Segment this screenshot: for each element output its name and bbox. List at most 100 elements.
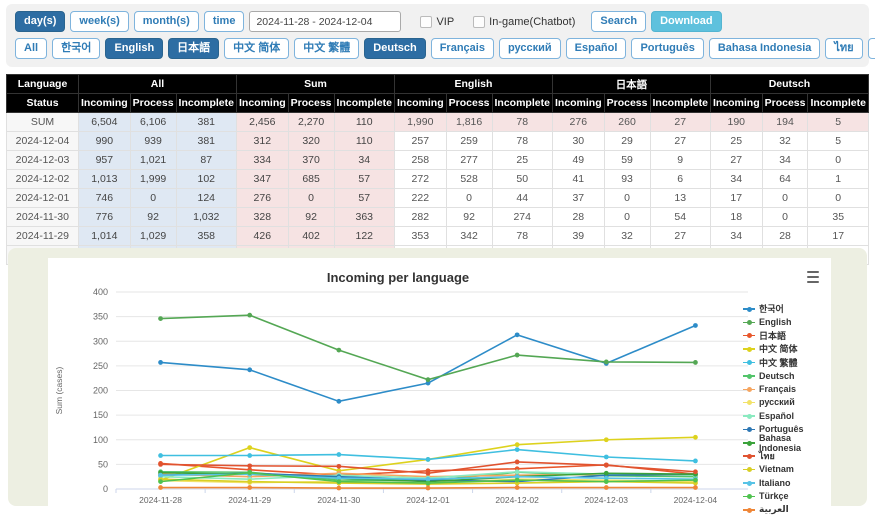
legend-item[interactable]: Español bbox=[743, 409, 829, 422]
legend-label: ไทย bbox=[759, 449, 775, 463]
download-button[interactable]: Download bbox=[651, 11, 722, 32]
stats-table: LanguageAllSumEnglish日本語DeutschStatusInc… bbox=[6, 74, 869, 265]
vip-checkbox[interactable] bbox=[420, 16, 432, 28]
table-row: 2024-12-04990939381312320110257259783029… bbox=[7, 132, 869, 151]
legend-item[interactable]: Vietnam bbox=[743, 463, 829, 476]
table-cell: 334 bbox=[236, 151, 288, 170]
period-button-weeks[interactable]: week(s) bbox=[70, 11, 128, 32]
legend-item[interactable]: Türkçe bbox=[743, 489, 829, 502]
table-group-header: Deutsch bbox=[710, 75, 868, 94]
language-filter-button[interactable]: 日本語 bbox=[168, 38, 219, 59]
table-cell: 35 bbox=[808, 208, 868, 227]
language-filter-button[interactable]: 中文 繁體 bbox=[294, 38, 359, 59]
table-cell: 5 bbox=[808, 113, 868, 132]
data-point bbox=[604, 437, 609, 442]
language-filter-button[interactable]: Português bbox=[631, 38, 703, 59]
legend-item[interactable]: 中文 繁體 bbox=[743, 356, 829, 369]
language-filter-button[interactable]: Deutsch bbox=[364, 38, 425, 59]
language-filter-button[interactable]: русский bbox=[499, 38, 561, 59]
table-cell: 27 bbox=[650, 132, 710, 151]
language-filter-button[interactable]: 中文 简体 bbox=[224, 38, 289, 59]
table-cell: 370 bbox=[288, 151, 334, 170]
table-cell: 25 bbox=[492, 151, 552, 170]
legend-item[interactable]: Français bbox=[743, 382, 829, 395]
table-group-header: 日本語 bbox=[552, 75, 710, 94]
y-tick-label: 100 bbox=[93, 435, 108, 445]
legend-item[interactable]: 日本語 bbox=[743, 329, 829, 342]
data-point bbox=[247, 463, 252, 468]
table-cell: 27 bbox=[710, 151, 762, 170]
data-point bbox=[693, 478, 698, 483]
table-cell: 78 bbox=[492, 132, 552, 151]
table-cell: 402 bbox=[288, 227, 334, 246]
legend-item[interactable]: English bbox=[743, 315, 829, 328]
data-point bbox=[247, 485, 252, 490]
legend-marker-icon bbox=[743, 372, 755, 379]
x-tick-label: 2024-12-01 bbox=[406, 495, 450, 505]
table-cell: 30 bbox=[552, 132, 604, 151]
table-group-header: All bbox=[79, 75, 237, 94]
search-button[interactable]: Search bbox=[591, 11, 646, 32]
period-button-days[interactable]: day(s) bbox=[15, 11, 65, 32]
language-filter-button[interactable]: ไทย bbox=[825, 38, 862, 59]
series-line bbox=[161, 325, 696, 401]
table-cell: 312 bbox=[236, 132, 288, 151]
legend-item[interactable]: Italiano bbox=[743, 476, 829, 489]
ingame-checkbox[interactable] bbox=[473, 16, 485, 28]
table-cell: 87 bbox=[176, 151, 236, 170]
table-cell: 0 bbox=[446, 189, 492, 208]
language-filter-button[interactable]: Français bbox=[431, 38, 494, 59]
table-cell: 44 bbox=[492, 189, 552, 208]
table-cell: 1,013 bbox=[79, 170, 131, 189]
data-point bbox=[604, 455, 609, 460]
legend-item[interactable]: Bahasa Indonesia bbox=[743, 436, 829, 449]
legend-item[interactable]: 한국어 bbox=[743, 302, 829, 315]
y-tick-label: 250 bbox=[93, 361, 108, 371]
table-cell: 124 bbox=[176, 189, 236, 208]
language-filter-button[interactable]: 한국어 bbox=[52, 38, 100, 59]
legend-label: 中文 简体 bbox=[759, 342, 798, 355]
period-row: day(s)week(s)month(s)time VIP In-game(Ch… bbox=[15, 11, 860, 32]
table-cell: 92 bbox=[288, 208, 334, 227]
language-filter-button[interactable]: Vietnam bbox=[868, 38, 875, 59]
legend-label: Vietnam bbox=[759, 464, 794, 474]
data-point bbox=[247, 479, 252, 484]
legend-marker-icon bbox=[743, 332, 755, 339]
table-sub-header: Incomplete bbox=[492, 94, 552, 113]
data-point bbox=[693, 435, 698, 440]
table-sub-header: Process bbox=[130, 94, 176, 113]
language-filter-button[interactable]: Español bbox=[566, 38, 627, 59]
y-tick-label: 200 bbox=[93, 386, 108, 396]
table-cell: 39 bbox=[552, 227, 604, 246]
table-cell: 28 bbox=[552, 208, 604, 227]
chart-context-menu-icon[interactable] bbox=[805, 270, 821, 284]
date-range-input[interactable] bbox=[249, 11, 401, 32]
table-sub-header: Incoming bbox=[552, 94, 604, 113]
language-filter-button[interactable]: Bahasa Indonesia bbox=[709, 38, 821, 59]
legend-item[interactable]: Deutsch bbox=[743, 369, 829, 382]
legend-marker-icon bbox=[743, 506, 755, 513]
table-cell: 190 bbox=[710, 113, 762, 132]
table-cell: 0 bbox=[288, 189, 334, 208]
table-group-header: Sum bbox=[236, 75, 394, 94]
language-filter-button[interactable]: English bbox=[105, 38, 163, 59]
table-sub-header: Incomplete bbox=[176, 94, 236, 113]
table-sub-header: Incomplete bbox=[650, 94, 710, 113]
table-cell: 9 bbox=[650, 151, 710, 170]
data-point bbox=[158, 316, 163, 321]
language-filter-button[interactable]: All bbox=[15, 38, 47, 59]
legend-item[interactable]: 中文 简体 bbox=[743, 342, 829, 355]
table-cell: 358 bbox=[176, 227, 236, 246]
legend-marker-icon bbox=[743, 479, 755, 486]
table-cell: 32 bbox=[762, 132, 808, 151]
table-cell: 0 bbox=[130, 189, 176, 208]
legend-item[interactable]: русский bbox=[743, 396, 829, 409]
y-tick-label: 0 bbox=[103, 484, 108, 494]
table-cell: 746 bbox=[79, 189, 131, 208]
table-cell: 222 bbox=[394, 189, 446, 208]
legend-item[interactable]: العربية bbox=[743, 503, 829, 516]
period-button-months[interactable]: month(s) bbox=[134, 11, 199, 32]
period-button-time[interactable]: time bbox=[204, 11, 245, 32]
table-cell: 37 bbox=[552, 189, 604, 208]
legend-marker-icon bbox=[743, 386, 755, 393]
